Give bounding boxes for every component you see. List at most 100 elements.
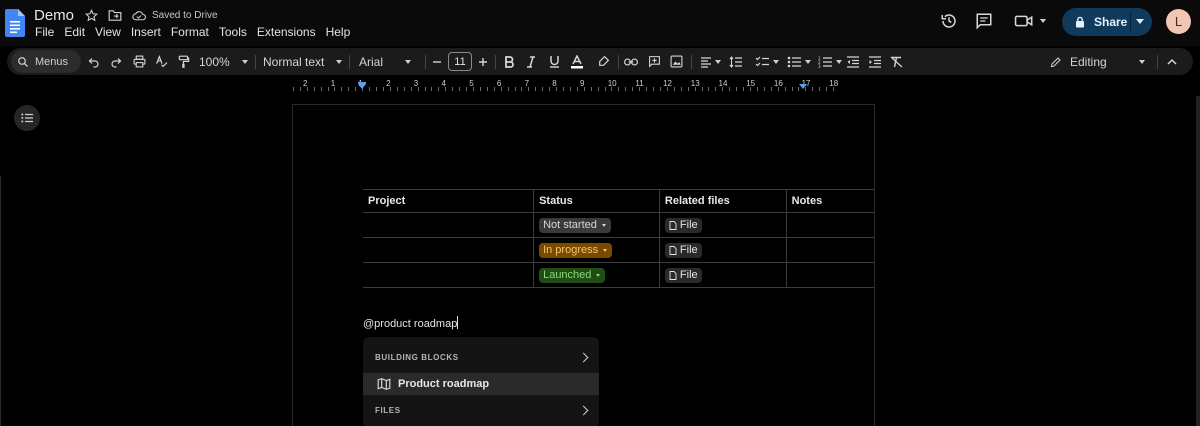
ruler-tick <box>833 87 835 91</box>
star-icon[interactable] <box>84 9 98 23</box>
toolbar: Menus 100% Normal text Arial 11 1 2 3 Ed… <box>7 48 1193 75</box>
editing-mode-select[interactable]: Editing <box>1050 48 1150 75</box>
checklist-icon[interactable] <box>752 48 782 75</box>
status-chip-in-progress[interactable]: In progress <box>539 242 613 258</box>
version-history-icon[interactable] <box>938 10 960 32</box>
print-icon[interactable] <box>130 48 148 75</box>
column-header-notes[interactable]: Notes <box>785 189 874 213</box>
insert-image-icon[interactable] <box>667 48 685 75</box>
notes-cell[interactable] <box>785 212 874 238</box>
spellcheck-icon[interactable] <box>152 48 170 75</box>
text-cursor <box>457 316 459 329</box>
ruler-tick <box>382 87 384 91</box>
right-indent-marker[interactable] <box>799 84 807 89</box>
increase-indent-icon[interactable] <box>865 48 883 75</box>
share-dropdown-icon[interactable] <box>1136 19 1144 24</box>
file-chip[interactable]: File <box>664 267 702 283</box>
highlight-color-icon[interactable] <box>594 48 612 75</box>
suggestion-label: Product roadmap <box>398 378 490 390</box>
ruler-tick <box>666 87 668 91</box>
numbered-list-icon[interactable]: 123 <box>815 48 845 75</box>
move-to-folder-icon[interactable] <box>108 9 122 23</box>
font-select[interactable]: Arial <box>359 48 419 75</box>
chevron-right-icon[interactable] <box>578 352 589 363</box>
bold-icon[interactable] <box>501 48 517 75</box>
file-cell[interactable]: File <box>658 212 787 238</box>
insert-link-icon[interactable] <box>622 48 640 75</box>
line-spacing-icon[interactable] <box>726 48 744 75</box>
decrease-font-size-icon[interactable] <box>431 48 443 75</box>
project-table[interactable]: Project Status Related files Notes Not s… <box>363 189 874 288</box>
decrease-indent-icon[interactable] <box>843 48 861 75</box>
style-select[interactable]: Normal text <box>263 48 343 75</box>
menu-insert[interactable]: Insert <box>131 25 161 39</box>
menu-file[interactable]: File <box>35 25 54 39</box>
ruler-tick <box>507 87 509 91</box>
clear-formatting-icon[interactable] <box>887 48 905 75</box>
menu-view[interactable]: View <box>95 25 121 39</box>
suggestion-product-roadmap[interactable]: Product roadmap <box>363 373 599 395</box>
status-cell[interactable]: Not started <box>533 212 660 238</box>
share-button[interactable]: Share <box>1062 8 1152 36</box>
column-header-status[interactable]: Status <box>533 189 660 213</box>
font-size-input[interactable]: 11 <box>448 52 472 71</box>
ruler[interactable]: 21123456789101112131415161718 <box>292 77 876 93</box>
status-chip-launched[interactable]: Launched <box>539 267 606 283</box>
undo-icon[interactable] <box>85 48 103 75</box>
document-title[interactable]: Demo <box>34 7 74 24</box>
notes-cell[interactable] <box>785 237 874 263</box>
file-cell[interactable]: File <box>658 237 787 263</box>
ruler-tick <box>521 87 523 91</box>
left-indent-marker[interactable] <box>358 84 366 89</box>
text-color-icon[interactable] <box>568 48 586 75</box>
menu-format[interactable]: Format <box>171 25 209 39</box>
menu-extensions[interactable]: Extensions <box>257 25 316 39</box>
menu-tools[interactable]: Tools <box>219 25 247 39</box>
comments-icon[interactable] <box>973 10 995 32</box>
status-cell[interactable]: Launched <box>533 262 660 288</box>
increase-font-size-icon[interactable] <box>477 48 489 75</box>
chevron-right-icon[interactable] <box>578 405 589 416</box>
file-chip[interactable]: File <box>664 217 702 233</box>
first-line-indent-marker[interactable] <box>358 82 366 84</box>
cloud-saved-icon[interactable] <box>132 9 146 23</box>
column-header-project[interactable]: Project <box>363 189 535 213</box>
column-header-related-files[interactable]: Related files <box>658 189 787 213</box>
ruler-tick <box>542 87 544 91</box>
ruler-tick <box>770 87 772 91</box>
collapse-toolbar-icon[interactable] <box>1163 48 1181 75</box>
ruler-tick <box>694 87 696 91</box>
italic-icon[interactable] <box>523 48 539 75</box>
section-building-blocks[interactable]: BUILDING BLOCKS <box>375 353 459 362</box>
document-outline-button[interactable] <box>14 105 40 131</box>
project-cell[interactable] <box>363 262 535 288</box>
redo-icon[interactable] <box>107 48 125 75</box>
add-comment-icon[interactable] <box>645 48 663 75</box>
bulleted-list-icon[interactable] <box>784 48 814 75</box>
ruler-tick <box>646 87 648 91</box>
ruler-tick <box>625 87 627 91</box>
file-cell[interactable]: File <box>658 262 787 288</box>
project-cell[interactable] <box>363 212 535 238</box>
status-chip-not-started[interactable]: Not started <box>539 217 611 233</box>
document-page[interactable]: Project Status Related files Notes Not s… <box>292 104 875 426</box>
underline-icon[interactable] <box>546 48 562 75</box>
align-icon[interactable] <box>697 48 723 75</box>
meet-icon[interactable] <box>1012 10 1048 32</box>
menu-help[interactable]: Help <box>326 25 351 39</box>
project-cell[interactable] <box>363 237 535 263</box>
status-cell[interactable]: In progress <box>533 237 660 263</box>
vertical-scrollbar[interactable] <box>1196 96 1200 426</box>
paint-format-icon[interactable] <box>175 48 193 75</box>
menu-edit[interactable]: Edit <box>64 25 85 39</box>
search-menus-button[interactable]: Menus <box>11 50 81 73</box>
ruler-tick <box>673 87 675 91</box>
notes-cell[interactable] <box>785 262 874 288</box>
section-files[interactable]: FILES <box>375 406 401 415</box>
docs-logo-icon[interactable] <box>5 9 25 37</box>
ruler-tick <box>763 87 765 91</box>
file-chip[interactable]: File <box>664 242 702 258</box>
mention-input-text[interactable]: @product roadmap <box>363 316 459 330</box>
zoom-select[interactable]: 100% <box>199 48 249 75</box>
avatar[interactable]: L <box>1166 9 1191 34</box>
